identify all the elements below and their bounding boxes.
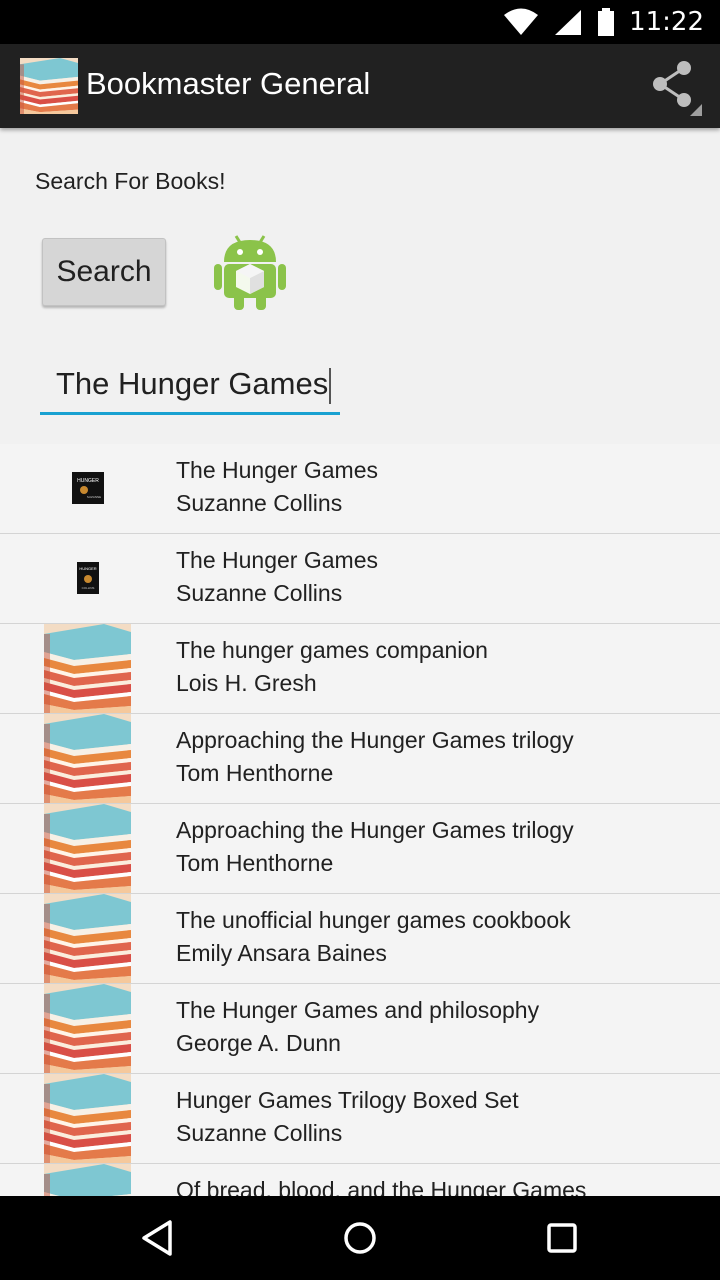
svg-text:COLLINS: COLLINS bbox=[82, 586, 95, 590]
status-time: 11:22 bbox=[629, 7, 704, 37]
recents-icon[interactable] bbox=[538, 1214, 586, 1262]
search-input-value: The Hunger Games bbox=[56, 366, 329, 401]
book-results-list[interactable]: HUNGER SUZANNE The Hunger Games Suzanne … bbox=[0, 444, 720, 1196]
book-title: The Hunger Games bbox=[176, 457, 378, 483]
book-author: Suzanne Collins bbox=[176, 580, 343, 606]
status-bar: 11:22 bbox=[0, 0, 720, 44]
book-row[interactable]: HUNGER COLLINS The Hunger Games Suzanne … bbox=[0, 534, 720, 624]
search-heading: Search For Books! bbox=[35, 168, 226, 194]
book-row[interactable]: The hunger games companion Lois H. Gresh bbox=[0, 624, 720, 714]
share-button[interactable] bbox=[642, 54, 706, 118]
book-cover-thumbnail: HUNGER SUZANNE bbox=[72, 472, 104, 504]
book-author: Suzanne Collins bbox=[176, 1120, 343, 1146]
wifi-icon bbox=[504, 8, 539, 35]
book-author: Suzanne Collins bbox=[176, 490, 343, 516]
book-cover-placeholder bbox=[44, 804, 131, 893]
search-input[interactable]: The Hunger Games bbox=[40, 356, 340, 415]
navigation-bar bbox=[0, 1196, 720, 1280]
svg-text:HUNGER: HUNGER bbox=[77, 478, 99, 484]
book-cover-placeholder bbox=[44, 984, 131, 1073]
book-author: George A. Dunn bbox=[176, 1030, 341, 1056]
book-title: The Hunger Games bbox=[176, 547, 378, 573]
book-row[interactable]: Approaching the Hunger Games trilogy Tom… bbox=[0, 714, 720, 804]
book-title: Hunger Games Trilogy Boxed Set bbox=[176, 1087, 519, 1113]
book-cover-placeholder bbox=[44, 894, 131, 983]
svg-text:SUZANNE: SUZANNE bbox=[87, 495, 101, 499]
search-button[interactable]: Search bbox=[42, 238, 166, 306]
book-row[interactable]: Approaching the Hunger Games trilogy Tom… bbox=[0, 804, 720, 894]
home-icon[interactable] bbox=[336, 1214, 384, 1262]
book-author: Lois H. Gresh bbox=[176, 670, 317, 696]
book-cover-placeholder bbox=[44, 1074, 131, 1163]
android-icon[interactable] bbox=[214, 232, 286, 312]
signal-icon bbox=[555, 10, 582, 35]
book-cover-placeholder bbox=[44, 1164, 131, 1196]
share-icon bbox=[653, 61, 702, 116]
book-row[interactable]: The Hunger Games and philosophy George A… bbox=[0, 984, 720, 1074]
back-icon[interactable] bbox=[134, 1214, 182, 1262]
book-title: Of bread, blood, and the Hunger Games bbox=[176, 1177, 587, 1196]
book-title: The Hunger Games and philosophy bbox=[176, 997, 540, 1023]
book-author: Tom Henthorne bbox=[176, 760, 334, 786]
book-title: Approaching the Hunger Games trilogy bbox=[176, 727, 574, 753]
book-author: Tom Henthorne bbox=[176, 850, 334, 876]
book-row[interactable]: Hunger Games Trilogy Boxed Set Suzanne C… bbox=[0, 1074, 720, 1164]
book-cover-placeholder bbox=[44, 624, 131, 713]
book-cover-placeholder bbox=[44, 714, 131, 803]
book-title: Approaching the Hunger Games trilogy bbox=[176, 817, 574, 843]
app-bar: Bookmaster General bbox=[0, 44, 720, 128]
book-title: The unofficial hunger games cookbook bbox=[176, 907, 571, 933]
book-row[interactable]: The unofficial hunger games cookbook Emi… bbox=[0, 894, 720, 984]
app-title: Bookmaster General bbox=[86, 66, 371, 101]
main-content: Search For Books! Search The Hunger Game… bbox=[0, 128, 720, 1196]
status-icons: 11:22 bbox=[503, 0, 704, 44]
book-author: Emily Ansara Baines bbox=[176, 940, 387, 966]
book-row[interactable]: Of bread, blood, and the Hunger Games bbox=[0, 1164, 720, 1196]
book-title: The hunger games companion bbox=[176, 637, 488, 663]
book-cover-thumbnail: HUNGER COLLINS bbox=[77, 562, 99, 594]
battery-icon bbox=[598, 8, 615, 36]
books-stack-icon bbox=[20, 58, 78, 114]
book-row[interactable]: HUNGER SUZANNE The Hunger Games Suzanne … bbox=[0, 444, 720, 534]
text-caret bbox=[329, 367, 332, 404]
svg-text:HUNGER: HUNGER bbox=[79, 566, 96, 571]
